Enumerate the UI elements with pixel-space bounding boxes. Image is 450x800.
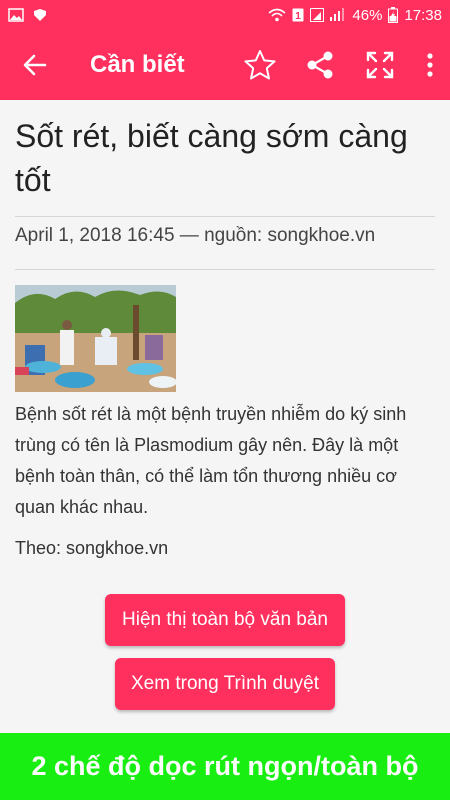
more-vert-icon <box>427 53 433 77</box>
image-icon <box>8 8 24 22</box>
status-bar: 1 46% 17:38 <box>0 0 450 30</box>
battery-icon <box>388 7 399 23</box>
app-bar: Cần biết <box>0 30 450 100</box>
star-icon <box>244 50 276 80</box>
divider <box>15 269 435 270</box>
fullscreen-button[interactable] <box>350 30 410 100</box>
article-meta: April 1, 2018 16:45 — nguồn: songkhoe.vn <box>15 225 376 246</box>
article: Sốt rét, biết càng sớm càng tốt April 1,… <box>15 100 435 561</box>
battery-level: 46% <box>352 6 383 24</box>
favorite-button[interactable] <box>230 30 290 100</box>
svg-text:1: 1 <box>296 11 302 22</box>
article-photo <box>15 285 176 392</box>
back-arrow-icon <box>23 54 47 76</box>
share-button[interactable] <box>290 30 350 100</box>
fullscreen-icon <box>366 51 394 79</box>
open-in-browser-button[interactable]: Xem trong Trình duyệt <box>115 658 335 710</box>
clock: 17:38 <box>404 6 442 24</box>
share-icon <box>307 51 333 79</box>
article-source: Theo: songkhoe.vn <box>15 538 169 558</box>
article-body: Bệnh sốt rét là một bệnh truyền nhiễm do… <box>15 404 407 517</box>
notification-icon <box>34 9 46 21</box>
back-button[interactable] <box>0 30 70 100</box>
promo-banner: 2 chế độ dọc rút ngọn/toàn bộ <box>0 733 450 800</box>
more-options-button[interactable] <box>410 30 450 100</box>
signal-icon <box>310 8 345 22</box>
sim1-icon: 1 <box>292 8 304 22</box>
show-full-text-button[interactable]: Hiện thị toàn bộ văn bản <box>105 594 345 646</box>
article-title: Sốt rét, biết càng sớm càng tốt <box>15 118 408 198</box>
app-title: Cần biết <box>90 51 185 78</box>
wifi-icon <box>268 8 286 22</box>
